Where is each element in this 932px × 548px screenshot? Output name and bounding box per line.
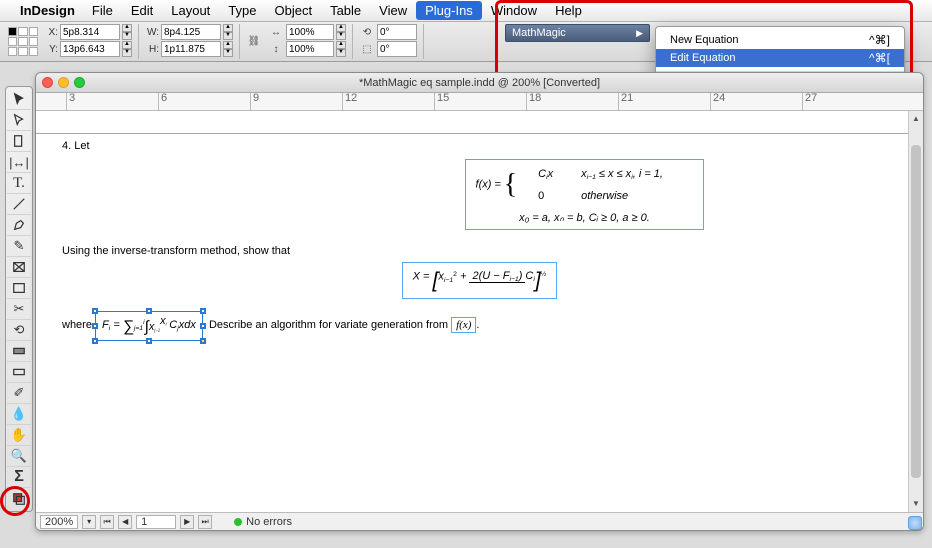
menu-object[interactable]: Object (266, 1, 322, 20)
y-field[interactable]: 13p6.643 (60, 41, 120, 57)
window-titlebar[interactable]: *MathMagic eq sample.indd @ 200% [Conver… (36, 73, 923, 93)
shear-field[interactable]: 0° (377, 41, 417, 57)
page-tool[interactable] (7, 131, 31, 152)
next-page-icon[interactable]: ▶ (180, 515, 194, 529)
note-tool[interactable]: ✐ (7, 383, 31, 404)
eyedropper-tool[interactable]: 💧 (7, 404, 31, 425)
h-field[interactable]: 1p11.875 (161, 41, 221, 57)
menu-layout[interactable]: Layout (162, 1, 219, 20)
pencil-tool[interactable]: ✎ (7, 236, 31, 257)
gradient-feather-tool[interactable] (7, 362, 31, 383)
hand-tool[interactable]: ✋ (7, 425, 31, 446)
close-icon[interactable] (42, 77, 53, 88)
preflight-status[interactable]: No errors (234, 516, 292, 528)
window-title: *MathMagic eq sample.indd @ 200% [Conver… (359, 77, 600, 89)
gradient-swatch-tool[interactable] (7, 341, 31, 362)
zoom-stepper-icon[interactable]: ▾ (82, 515, 96, 529)
menu-edit[interactable]: Edit (122, 1, 162, 20)
first-page-icon[interactable]: ⏮ (100, 515, 114, 529)
document-window: *MathMagic eq sample.indd @ 200% [Conver… (35, 72, 924, 531)
fill-stroke-swap[interactable] (7, 488, 31, 509)
rectangle-tool[interactable] (7, 278, 31, 299)
type-tool[interactable]: T. (7, 173, 31, 194)
w-field[interactable]: 8p4.125 (161, 24, 221, 40)
rectangle-frame-tool[interactable] (7, 257, 31, 278)
document-body[interactable]: 4. Let f(x) = { Cix xi−1 ≤ x ≤ xi, i = 1… (36, 111, 923, 512)
scale-y-field[interactable]: 100% (286, 41, 334, 57)
line-tool[interactable] (7, 194, 31, 215)
status-bar: 200% ▾ ⏮ ◀ 1 ▶ ⏭ No errors (36, 512, 923, 530)
scroll-thumb[interactable] (911, 145, 921, 478)
text-line: where Fi = ∑j=1i∫xj−1xi Cjxdx . Describe… (62, 311, 897, 341)
mac-menubar: InDesign File Edit Layout Type Object Ta… (0, 0, 932, 22)
shear-icon: ⬚ (359, 41, 375, 57)
menu-help[interactable]: Help (546, 1, 591, 20)
direct-selection-tool[interactable] (7, 110, 31, 131)
menu-view[interactable]: View (370, 1, 416, 20)
menu-file[interactable]: File (83, 1, 122, 20)
equation-frame-1[interactable]: f(x) = { Cix xi−1 ≤ x ≤ xi, i = 1, 0 oth… (465, 159, 705, 230)
rotate-field[interactable]: 0° (377, 24, 417, 40)
reference-point-grid[interactable] (8, 27, 38, 57)
zoom-tool[interactable]: 🔍 (7, 446, 31, 467)
resize-corner-icon[interactable] (908, 516, 922, 530)
scale-x-field[interactable]: 100% (286, 24, 334, 40)
zoom-field[interactable]: 200% (40, 515, 78, 529)
equation-frame-3-selected[interactable]: Fi = ∑j=1i∫xj−1xi Cjxdx (95, 311, 203, 341)
scroll-up-icon[interactable]: ▲ (909, 111, 923, 127)
minimize-icon[interactable] (58, 77, 69, 88)
scroll-down-icon[interactable]: ▼ (909, 496, 923, 512)
menu-window[interactable]: Window (482, 1, 546, 20)
equation-frame-4[interactable]: f(x) (451, 317, 476, 333)
gap-tool[interactable]: |↔| (7, 152, 31, 173)
app-name[interactable]: InDesign (20, 3, 75, 18)
text-line: 4. Let (62, 139, 897, 153)
equation-frame-2[interactable]: X = [xi−12 + 2(U − Fi−1)Ci]½ (402, 262, 558, 299)
scale-x-icon: ↔ (268, 24, 284, 40)
prev-page-icon[interactable]: ◀ (118, 515, 132, 529)
toolbox: |↔| T. ✎ ✂ ⟲ ✐ 💧 ✋ 🔍 Σ (5, 86, 33, 512)
constrain-icon[interactable]: ⛓ (246, 34, 262, 50)
preflight-ok-icon (234, 518, 242, 526)
submenu-arrow-icon: ▶ (636, 28, 643, 39)
mathmagic-submenu-header[interactable]: MathMagic ▶ (505, 24, 650, 42)
zoom-icon[interactable] (74, 77, 85, 88)
menu-plugins[interactable]: Plug-Ins (416, 1, 482, 20)
menu-edit-equation[interactable]: Edit Equation^⌘[ (656, 49, 904, 67)
selection-tool[interactable] (7, 89, 31, 110)
scale-y-icon: ↕ (268, 41, 284, 57)
pen-tool[interactable] (7, 215, 31, 236)
guide-line[interactable] (36, 133, 923, 134)
x-field[interactable]: 5p8.314 (60, 24, 120, 40)
rotate-icon: ⟲ (359, 24, 375, 40)
menu-type[interactable]: Type (219, 1, 265, 20)
scissors-tool[interactable]: ✂ (7, 299, 31, 320)
vertical-scrollbar[interactable]: ▲ ▼ (908, 111, 923, 512)
traffic-lights[interactable] (42, 77, 85, 88)
horizontal-ruler[interactable]: 3 6 9 12 15 18 21 24 27 (36, 93, 923, 111)
menu-new-equation[interactable]: New Equation^⌘] (656, 31, 904, 49)
last-page-icon[interactable]: ⏭ (198, 515, 212, 529)
mathmagic-tool[interactable]: Σ (7, 467, 31, 488)
menu-table[interactable]: Table (321, 1, 370, 20)
mathmagic-label: MathMagic (512, 27, 566, 39)
page-field[interactable]: 1 (136, 515, 176, 529)
text-line: Using the inverse-transform method, show… (62, 244, 897, 258)
free-transform-tool[interactable]: ⟲ (7, 320, 31, 341)
